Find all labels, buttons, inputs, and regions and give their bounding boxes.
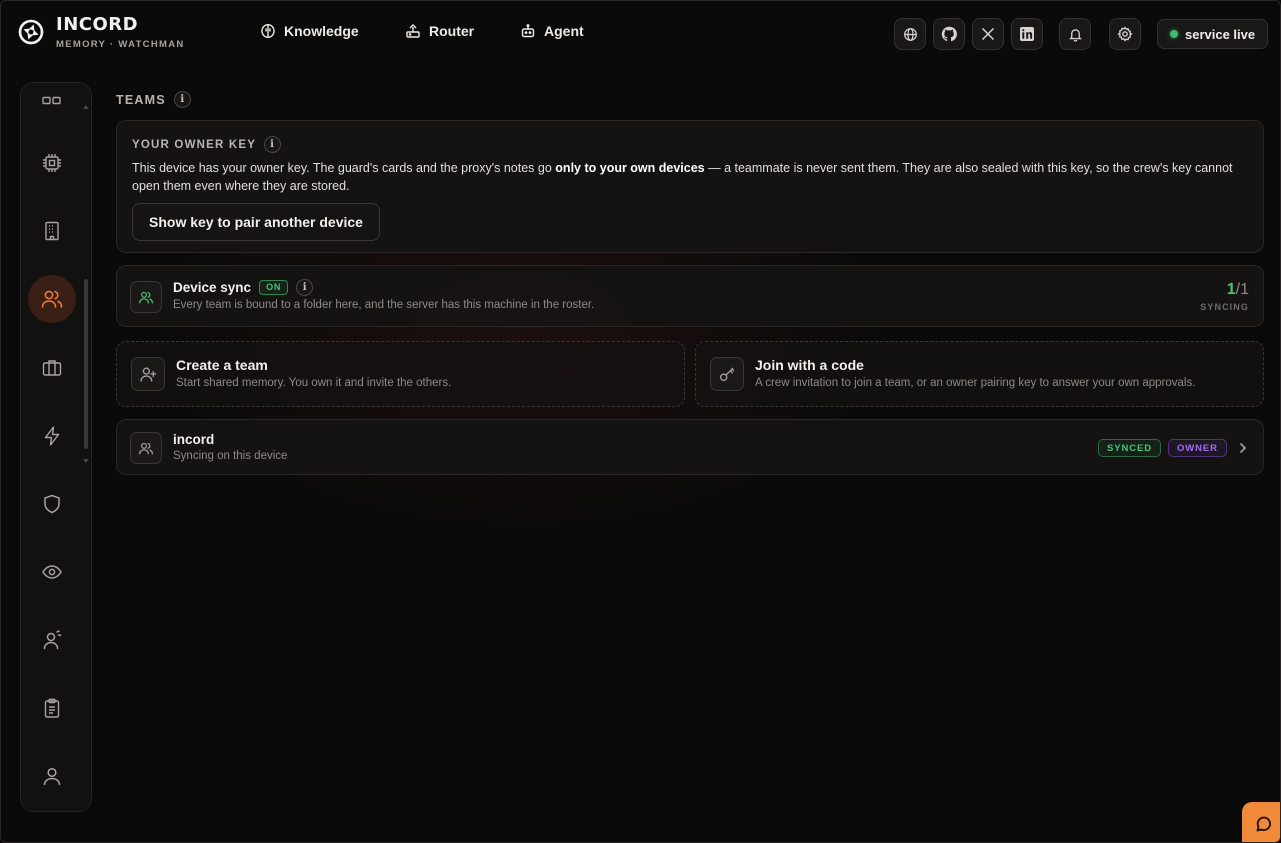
settings-button[interactable] <box>1109 18 1141 50</box>
brand[interactable]: INCORD MEMORY · WATCHMAN <box>17 15 185 50</box>
sync-count-current: 1 <box>1226 281 1236 298</box>
join-code-card[interactable]: Join with a code A crew invitation to jo… <box>695 341 1264 407</box>
service-status-label: service live <box>1185 26 1256 42</box>
users-icon <box>139 442 153 454</box>
show-key-button[interactable]: Show key to pair another device <box>132 203 380 241</box>
create-team-title: Create a team <box>176 357 268 373</box>
brand-subtitle: MEMORY · WATCHMAN <box>56 39 185 50</box>
linkedin-icon <box>1020 27 1034 41</box>
nav-agent-label: Agent <box>544 23 584 39</box>
scroll-up-arrow[interactable] <box>83 97 89 109</box>
sidebar <box>20 82 92 812</box>
owner-key-text-emphasis: only to your own devices <box>555 161 705 175</box>
join-code-icon-box <box>710 357 744 391</box>
chevron-right-icon[interactable] <box>1239 442 1247 454</box>
nav-knowledge-label: Knowledge <box>284 23 359 39</box>
sidebar-item-teams[interactable] <box>28 275 76 323</box>
user-icon <box>43 767 61 786</box>
website-button[interactable] <box>894 18 926 50</box>
eye-icon <box>42 565 62 579</box>
router-icon <box>406 24 420 38</box>
github-button[interactable] <box>933 18 965 50</box>
brand-name: INCORD <box>56 14 139 35</box>
device-sync-info-icon[interactable]: i <box>296 279 314 296</box>
chat-bubble-icon <box>1256 816 1271 832</box>
synced-badge: SYNCED <box>1098 439 1161 457</box>
globe-icon <box>903 27 917 41</box>
chat-button[interactable] <box>1242 802 1280 842</box>
owner-key-title: YOUR OWNER KEY <box>132 138 257 151</box>
owner-key-info-icon[interactable]: i <box>264 136 282 153</box>
join-code-description: A crew invitation to join a team, or an … <box>755 377 1196 389</box>
sidebar-item-activity[interactable] <box>28 412 76 460</box>
create-team-card[interactable]: Create a team Start shared memory. You o… <box>116 341 685 407</box>
owner-key-heading: YOUR OWNER KEY i <box>132 136 282 153</box>
x-icon <box>981 27 995 41</box>
sidebar-item-tasks[interactable] <box>28 684 76 732</box>
chip-icon <box>43 154 61 172</box>
briefcase-icon <box>42 360 62 376</box>
owner-key-card: YOUR OWNER KEY i This device has your ow… <box>116 120 1264 253</box>
github-icon <box>941 26 957 42</box>
team-status: Syncing on this device <box>173 450 288 462</box>
team-name: incord <box>173 432 215 447</box>
nav-knowledge[interactable]: Knowledge <box>260 23 359 39</box>
nav-agent[interactable]: Agent <box>520 23 584 39</box>
linkedin-button[interactable] <box>1011 18 1043 50</box>
key-icon <box>719 367 735 382</box>
sidebar-scrollbar[interactable] <box>84 279 88 449</box>
sync-count-label: SYNCING <box>1200 302 1249 312</box>
lightning-icon <box>44 426 60 446</box>
shield-icon <box>44 494 60 514</box>
gear-icon <box>1117 26 1133 42</box>
building-icon <box>45 221 59 241</box>
join-code-title: Join with a code <box>755 357 864 373</box>
clipboard-icon <box>44 698 60 718</box>
grid-icon <box>42 96 61 105</box>
nav-router[interactable]: Router <box>405 23 474 39</box>
nav-router-label: Router <box>429 23 475 39</box>
sync-count: 1/1 <box>1227 281 1249 299</box>
x-button[interactable] <box>972 18 1004 50</box>
team-icon-box <box>130 432 162 464</box>
device-sync-icon-box <box>130 281 162 313</box>
create-team-icon-box <box>131 357 165 391</box>
brain-icon <box>261 23 275 39</box>
sidebar-item-agent-user[interactable] <box>28 616 76 664</box>
service-status-pill[interactable]: service live <box>1157 19 1268 49</box>
owner-badge: OWNER <box>1168 439 1227 457</box>
users-icon <box>139 291 153 303</box>
device-sync-title: Device sync <box>173 280 252 295</box>
team-row-incord[interactable]: incord Syncing on this device SYNCED OWN… <box>116 419 1264 475</box>
sidebar-item-briefcase[interactable] <box>28 344 76 392</box>
sidebar-item-dashboard[interactable] <box>28 77 76 125</box>
owner-key-description: This device has your owner key. The guar… <box>132 160 1247 195</box>
sidebar-item-profile[interactable] <box>28 752 76 800</box>
sidebar-item-processor[interactable] <box>28 139 76 187</box>
brand-logo-icon <box>18 19 44 45</box>
teams-info-icon[interactable]: i <box>173 91 191 108</box>
user-plus-icon <box>140 367 157 382</box>
page-title: TEAMS <box>116 92 166 107</box>
top-bar: INCORD MEMORY · WATCHMAN Knowledge Route… <box>1 1 1280 67</box>
device-sync-status-badge[interactable]: ON <box>259 280 289 295</box>
robot-icon <box>521 24 535 38</box>
device-sync-heading: Device sync ON i <box>173 279 314 296</box>
device-sync-card[interactable]: Device sync ON i Every team is bound to … <box>116 265 1264 327</box>
owner-key-text-start: This device has your owner key. The guar… <box>132 161 556 175</box>
app-window: INCORD MEMORY · WATCHMAN Knowledge Route… <box>0 0 1281 843</box>
sidebar-item-watch[interactable] <box>28 548 76 596</box>
create-team-description: Start shared memory. You own it and invi… <box>176 377 452 389</box>
users-icon <box>41 290 63 308</box>
scroll-down-arrow[interactable] <box>83 451 89 463</box>
notifications-button[interactable] <box>1059 18 1091 50</box>
sync-count-total: /1 <box>1235 281 1249 298</box>
sidebar-item-buildings[interactable] <box>28 207 76 255</box>
teams-header: TEAMS i <box>116 91 191 108</box>
device-sync-description: Every team is bound to a folder here, an… <box>173 299 595 311</box>
user-spark-icon <box>43 630 62 650</box>
status-dot <box>1170 30 1178 38</box>
sidebar-item-security[interactable] <box>28 480 76 528</box>
bell-icon <box>1068 28 1082 42</box>
